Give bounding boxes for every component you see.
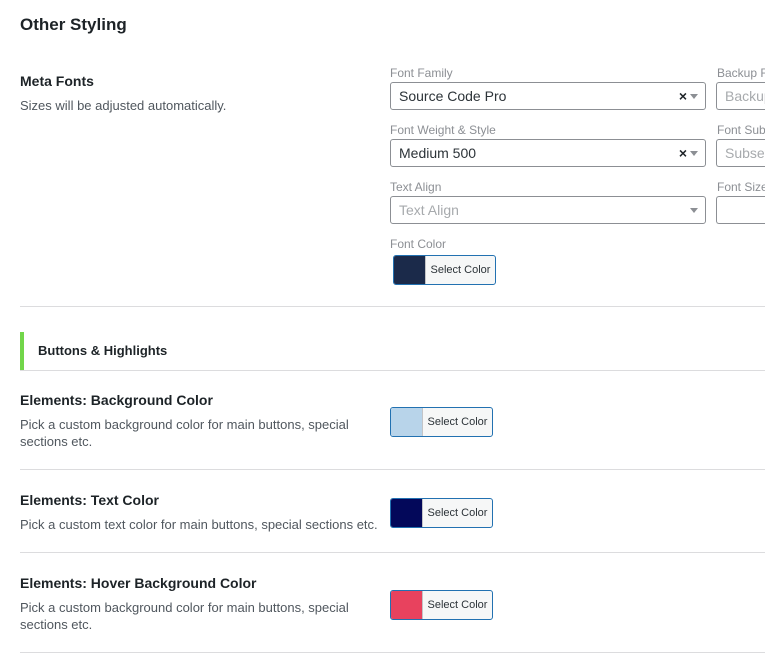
option-title: Elements: Background Color (20, 392, 213, 408)
text-align-select[interactable]: Text Align (390, 196, 706, 224)
clear-icon[interactable]: × (679, 83, 687, 109)
select-color-label: Select Color (427, 507, 488, 519)
hover-background-color-swatch (391, 591, 423, 619)
font-family-select[interactable]: Source Code Pro × (390, 82, 706, 110)
select-color-label: Select Color (427, 599, 488, 611)
backup-font-placeholder: Backup (725, 88, 765, 104)
option-description: Pick a custom background color for main … (20, 600, 349, 632)
font-subset-label: Font Subs (717, 123, 765, 137)
font-weight-select[interactable]: Medium 500 × (390, 139, 706, 167)
chevron-down-icon (690, 208, 698, 213)
font-subset-select[interactable]: Subset (716, 139, 765, 167)
backup-font-label: Backup Fo (717, 66, 765, 80)
text-color-swatch (391, 499, 423, 527)
background-color-button[interactable]: Select Color (390, 407, 493, 437)
text-align-label: Text Align (390, 180, 442, 194)
divider (20, 469, 765, 470)
font-color-button[interactable]: Select Color (393, 255, 496, 285)
option-title: Elements: Text Color (20, 492, 159, 508)
select-color-label: Select Color (430, 264, 491, 276)
text-align-placeholder: Text Align (399, 202, 459, 218)
chevron-down-icon (690, 94, 698, 99)
backup-font-input[interactable]: Backup (716, 82, 765, 110)
option-description: Pick a custom background color for main … (20, 417, 349, 449)
font-size-label: Font Size (717, 180, 765, 194)
page-title: Other Styling (20, 15, 127, 34)
font-color-label: Font Color (390, 237, 447, 251)
font-weight-value: Medium 500 (399, 145, 477, 161)
select-color-label: Select Color (427, 416, 488, 428)
option-description: Pick a custom text color for main button… (20, 517, 378, 532)
chevron-down-icon (690, 151, 698, 156)
meta-fonts-title: Meta Fonts (20, 73, 94, 89)
font-color-swatch (394, 256, 426, 284)
font-family-value: Source Code Pro (399, 88, 507, 104)
divider (20, 370, 765, 371)
divider (20, 552, 765, 553)
font-size-input[interactable] (716, 196, 765, 224)
font-weight-label: Font Weight & Style (390, 123, 496, 137)
divider (20, 306, 765, 307)
text-color-button[interactable]: Select Color (390, 498, 493, 528)
meta-fonts-description: Sizes will be adjusted automatically. (20, 98, 227, 113)
clear-icon[interactable]: × (679, 140, 687, 166)
option-title: Elements: Hover Background Color (20, 575, 257, 591)
divider (20, 652, 765, 653)
font-family-label: Font Family (390, 66, 453, 80)
font-subset-placeholder: Subset (725, 145, 765, 161)
section-accent-bar (20, 332, 24, 370)
section-title: Buttons & Highlights (38, 343, 168, 358)
hover-background-color-button[interactable]: Select Color (390, 590, 493, 620)
background-color-swatch (391, 408, 423, 436)
